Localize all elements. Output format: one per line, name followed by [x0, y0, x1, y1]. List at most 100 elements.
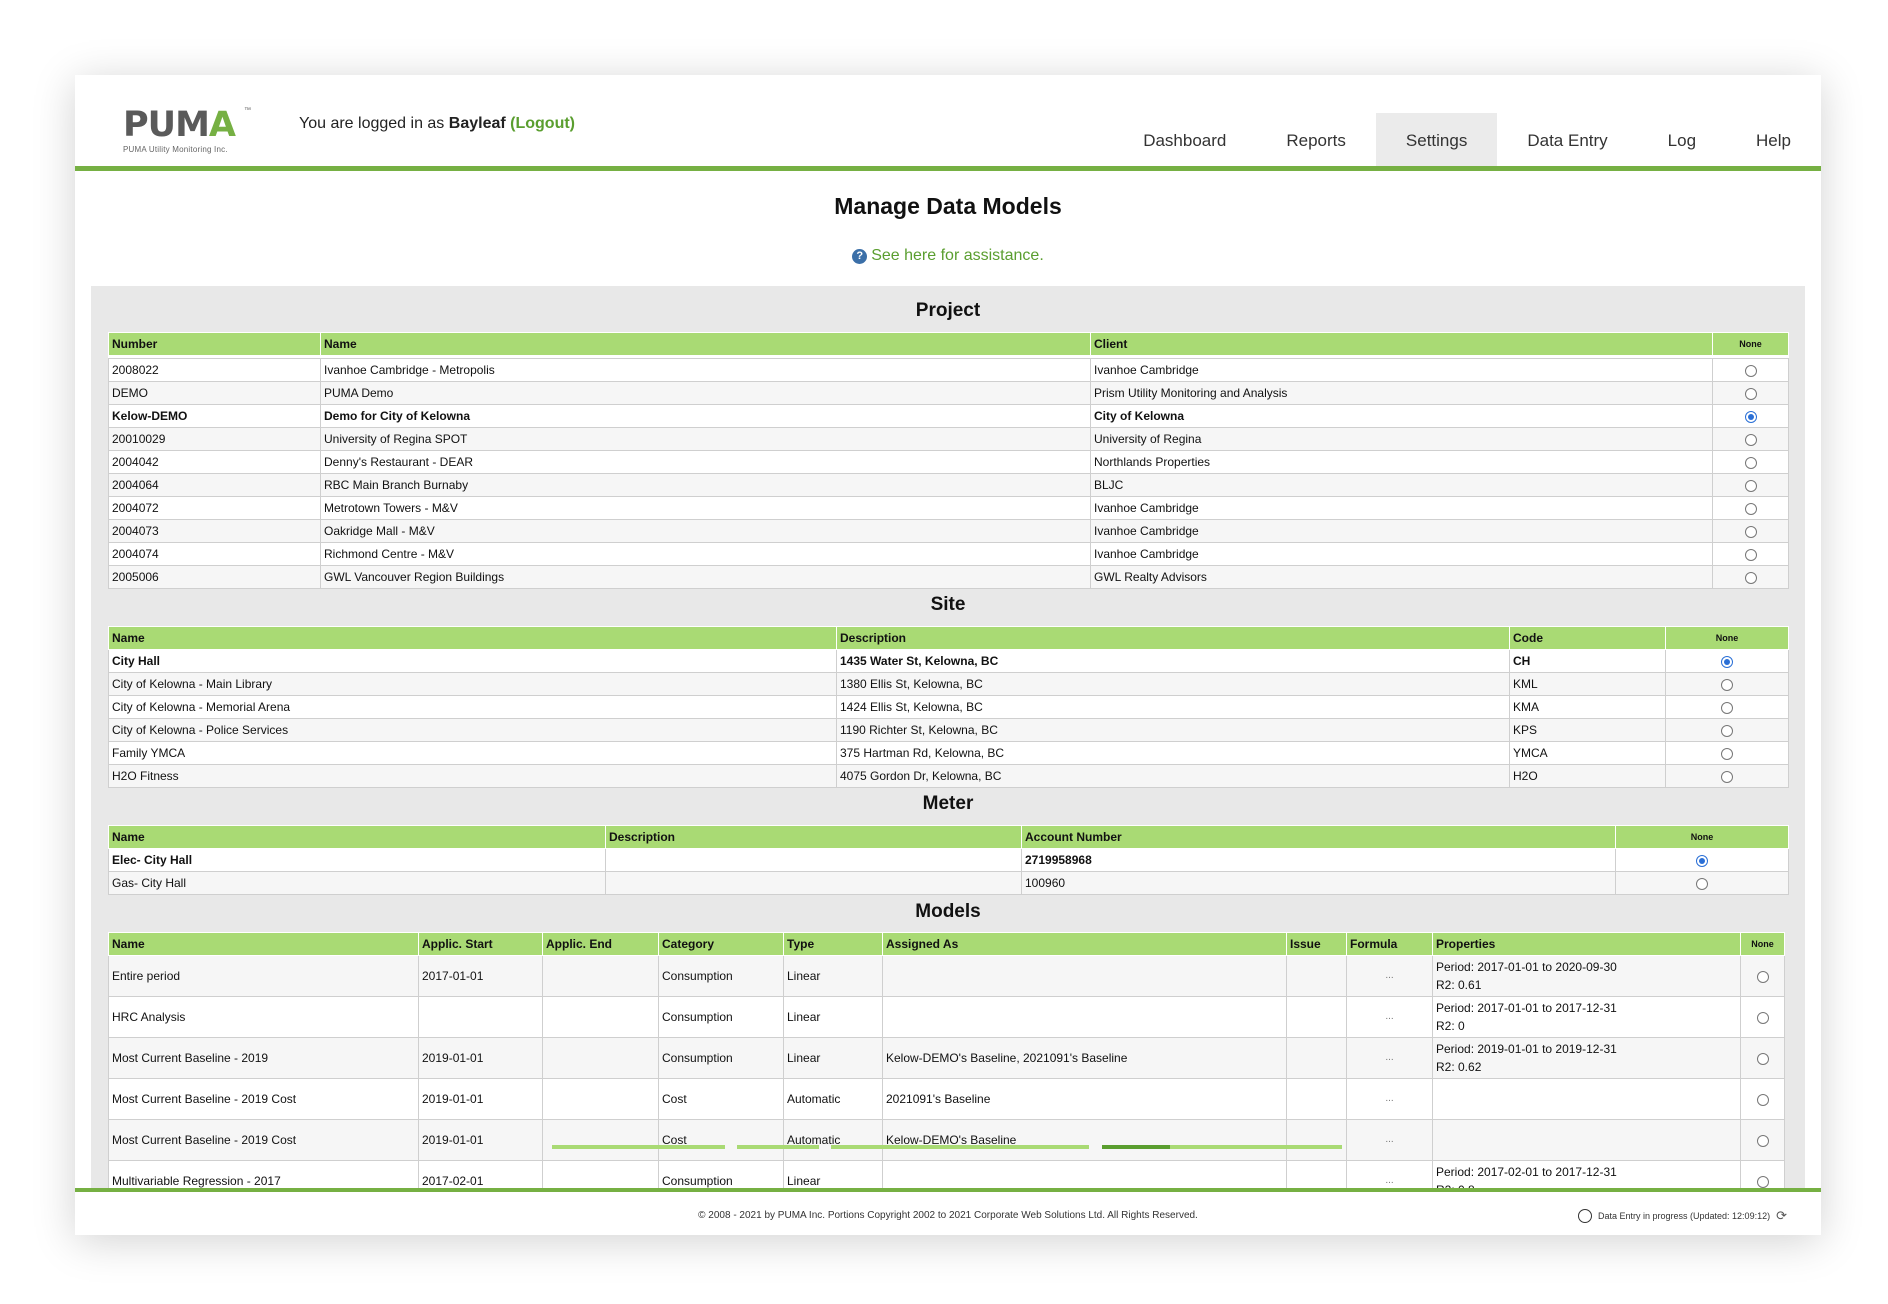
select-radio[interactable]	[1696, 877, 1708, 890]
select-radio[interactable]	[1721, 770, 1733, 783]
scroll-indicator[interactable]	[75, 1145, 1821, 1149]
select-radio[interactable]	[1744, 571, 1757, 584]
table-row[interactable]: 2008022 Ivanhoe Cambridge - Metropolis Iva…	[108, 358, 1789, 382]
model-assigned	[882, 955, 1287, 997]
help-link-text[interactable]: See here for assistance.	[871, 247, 1044, 264]
project-number: 2004072	[108, 496, 321, 520]
table-row[interactable]: City Hall 1435 Water St, Kelowna, BC CH	[108, 649, 1789, 673]
select-radio[interactable]	[1721, 701, 1733, 714]
meter-header-none[interactable]: None	[1615, 825, 1789, 849]
models-header-properties[interactable]: Properties	[1432, 932, 1741, 956]
select-radio[interactable]	[1744, 387, 1757, 400]
table-row[interactable]: Entire period 2017-01-01 Consumption Linear…	[108, 955, 1785, 997]
select-radio[interactable]	[1744, 410, 1757, 423]
model-category: Cost	[658, 1119, 784, 1161]
select-radio[interactable]	[1756, 970, 1769, 983]
models-header-name[interactable]: Name	[108, 932, 419, 956]
select-radio[interactable]	[1721, 724, 1733, 737]
site-header-none[interactable]: None	[1665, 626, 1789, 650]
table-row[interactable]: H2O Fitness 4075 Gordon Dr, Kelowna, BC H2…	[108, 764, 1789, 788]
table-row[interactable]: DEMO PUMA Demo Prism Utility Monitoring an…	[108, 381, 1789, 405]
select-radio[interactable]	[1756, 1093, 1769, 1106]
table-row[interactable]: Most Current Baseline - 2019 Cost 2019-01…	[108, 1078, 1785, 1120]
table-row[interactable]: 2004042 Denny's Restaurant - DEAR Northlan…	[108, 450, 1789, 474]
select-radio[interactable]	[1696, 854, 1708, 867]
project-header-client[interactable]: Client	[1090, 332, 1713, 356]
select-radio[interactable]	[1721, 655, 1733, 668]
model-formula[interactable]: ...	[1346, 955, 1433, 997]
site-description: 1190 Richter St, Kelowna, BC	[836, 718, 1510, 742]
site-header-name[interactable]: Name	[108, 626, 837, 650]
meter-header-description[interactable]: Description	[605, 825, 1022, 849]
table-row[interactable]: HRC Analysis Consumption Linear... Period: …	[108, 996, 1785, 1038]
nav-data-entry[interactable]: Data Entry	[1497, 113, 1637, 166]
table-row[interactable]: Gas- City Hall 100960	[108, 871, 1789, 895]
meter-header-name[interactable]: Name	[108, 825, 606, 849]
select-radio-cell	[1712, 381, 1789, 405]
project-header-none[interactable]: None	[1712, 332, 1789, 356]
table-row[interactable]: 2004064 RBC Main Branch Burnaby BLJC	[108, 473, 1789, 497]
table-row[interactable]: Most Current Baseline - 2019 2019-01-01 Co…	[108, 1037, 1785, 1079]
select-radio[interactable]	[1744, 433, 1757, 446]
nav-reports[interactable]: Reports	[1256, 113, 1376, 166]
model-formula[interactable]: ...	[1346, 1119, 1433, 1161]
select-radio[interactable]	[1744, 548, 1757, 561]
table-row[interactable]: Elec- City Hall 2719958968	[108, 848, 1789, 872]
project-header-name[interactable]: Name	[320, 332, 1091, 356]
meter-header-account[interactable]: Account Number	[1021, 825, 1616, 849]
table-row[interactable]: 2005006 GWL Vancouver Region Buildings GWL…	[108, 565, 1789, 589]
project-client: Ivanhoe Cambridge	[1090, 519, 1713, 543]
select-radio[interactable]	[1756, 1052, 1769, 1065]
select-radio[interactable]	[1756, 1011, 1769, 1024]
site-header-description[interactable]: Description	[836, 626, 1510, 650]
table-row[interactable]: City of Kelowna - Police Services 1190 Ri…	[108, 718, 1789, 742]
table-row[interactable]: 20010029 University of Regina SPOT Univers…	[108, 427, 1789, 451]
project-number: 2004042	[108, 450, 321, 474]
table-row[interactable]: Kelow-DEMO Demo for City of Kelowna City o…	[108, 404, 1789, 428]
table-row[interactable]: Most Current Baseline - 2019 Cost 2019-01…	[108, 1119, 1785, 1161]
select-radio[interactable]	[1756, 1175, 1769, 1188]
table-row[interactable]: 2004074 Richmond Centre - M&V Ivanhoe Camb…	[108, 542, 1789, 566]
project-name: Richmond Centre - M&V	[320, 542, 1091, 566]
model-properties: Period: 2017-01-01 to 2020-09-30 R2: 0.61	[1432, 955, 1741, 997]
select-radio-cell	[1712, 450, 1789, 474]
models-header-assigned[interactable]: Assigned As	[882, 932, 1287, 956]
model-formula[interactable]: ...	[1346, 1037, 1433, 1079]
models-header-formula[interactable]: Formula	[1346, 932, 1433, 956]
refresh-icon[interactable]: ⟳	[1776, 1208, 1787, 1224]
select-radio[interactable]	[1744, 456, 1757, 469]
nav-log[interactable]: Log	[1638, 113, 1726, 166]
select-radio[interactable]	[1721, 747, 1733, 760]
table-row[interactable]: Multivariable Regression - 2017 2017-02-0…	[108, 1160, 1785, 1188]
logout-link[interactable]: (Logout)	[510, 115, 575, 132]
models-header-end[interactable]: Applic. End	[542, 932, 659, 956]
select-radio[interactable]	[1721, 678, 1733, 691]
models-header-none[interactable]: None	[1740, 932, 1785, 956]
model-formula[interactable]: ...	[1346, 996, 1433, 1038]
models-header-start[interactable]: Applic. Start	[418, 932, 543, 956]
select-radio[interactable]	[1744, 364, 1757, 377]
select-radio[interactable]	[1744, 502, 1757, 515]
model-formula[interactable]: ...	[1346, 1078, 1433, 1120]
project-header-number[interactable]: Number	[108, 332, 321, 356]
help-link[interactable]: ? See here for assistance.	[75, 247, 1821, 265]
select-radio[interactable]	[1744, 479, 1757, 492]
table-row[interactable]: 2004072 Metrotown Towers - M&V Ivanhoe Cam…	[108, 496, 1789, 520]
models-header-type[interactable]: Type	[783, 932, 883, 956]
table-row[interactable]: City of Kelowna - Main Library 1380 Ellis…	[108, 672, 1789, 696]
models-header-issue[interactable]: Issue	[1286, 932, 1347, 956]
model-formula[interactable]: ...	[1346, 1160, 1433, 1188]
site-code: CH	[1509, 649, 1666, 673]
models-header-category[interactable]: Category	[658, 932, 784, 956]
nav-settings[interactable]: Settings	[1375, 113, 1498, 166]
table-row[interactable]: 2004073 Oakridge Mall - M&V Ivanhoe Cambri…	[108, 519, 1789, 543]
logo[interactable]: PUMA ™ PUMA Utility Monitoring Inc.	[123, 107, 263, 157]
table-row[interactable]: City of Kelowna - Memorial Arena 1424 Ell…	[108, 695, 1789, 719]
site-header-code[interactable]: Code	[1509, 626, 1666, 650]
nav-help[interactable]: Help	[1726, 113, 1821, 166]
table-row[interactable]: Family YMCA 375 Hartman Rd, Kelowna, BC YM…	[108, 741, 1789, 765]
site-name: City of Kelowna - Memorial Arena	[108, 695, 837, 719]
model-issue	[1286, 1078, 1347, 1120]
nav-dashboard[interactable]: Dashboard	[1113, 113, 1256, 166]
select-radio[interactable]	[1744, 525, 1757, 538]
